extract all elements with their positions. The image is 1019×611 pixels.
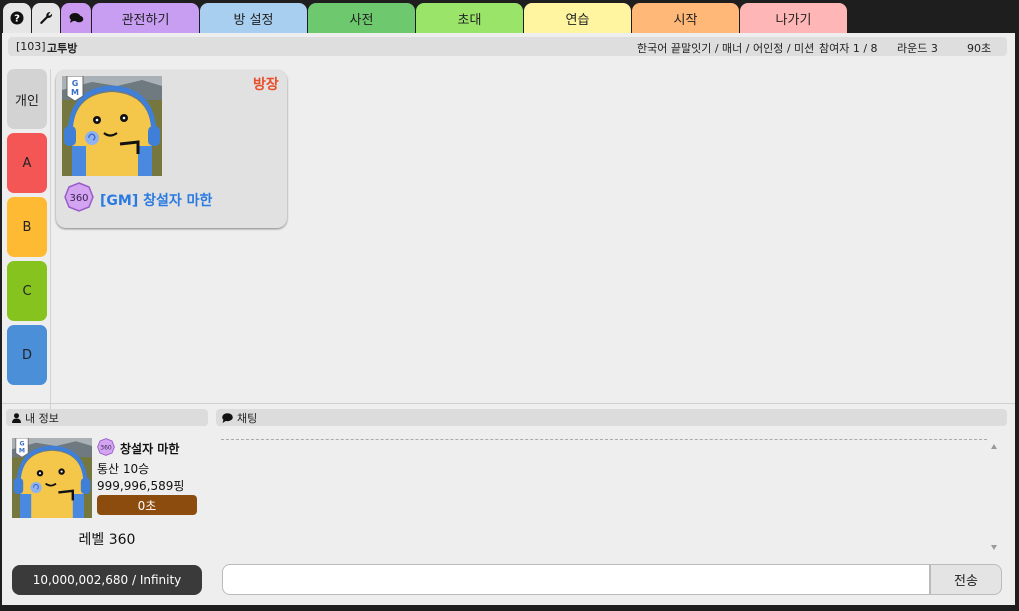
- chat-title: 채팅: [237, 411, 258, 425]
- gm-flag-icon: G M: [66, 76, 84, 102]
- host-label: 방장: [253, 77, 279, 93]
- tab-start[interactable]: 시작: [632, 3, 739, 33]
- scroll-up-arrow-icon[interactable]: [991, 444, 997, 449]
- room-name: 고투방: [47, 42, 78, 55]
- my-level-text: 레벨 360: [78, 532, 136, 548]
- my-level-badge-icon: 360: [97, 438, 115, 456]
- team-button-solo[interactable]: 개인: [7, 69, 47, 129]
- svg-text:?: ?: [14, 14, 20, 25]
- svg-text:G: G: [19, 441, 24, 448]
- svg-text:M: M: [19, 448, 25, 455]
- my-info-title: 내 정보: [25, 411, 59, 425]
- chat-header: 채팅: [216, 409, 1007, 426]
- team-button-d[interactable]: D: [7, 325, 47, 385]
- wrench-icon: [40, 12, 53, 24]
- svg-text:G: G: [72, 79, 79, 88]
- gm-flag-icon: G M: [15, 438, 29, 458]
- room-number: [103]: [16, 40, 46, 53]
- chat-scrollbar[interactable]: [988, 438, 1000, 556]
- settings-tab[interactable]: [32, 3, 60, 33]
- scroll-down-arrow-icon[interactable]: [991, 545, 997, 550]
- team-button-b[interactable]: B: [7, 197, 47, 257]
- my-level-badge: 360: [100, 444, 112, 451]
- section-divider: [2, 403, 1015, 404]
- tab-practice[interactable]: 연습: [524, 3, 631, 33]
- chat-input[interactable]: [222, 564, 930, 595]
- my-info-header: 내 정보: [6, 409, 208, 426]
- chat-bubbles-icon: [69, 13, 83, 23]
- tab-invite[interactable]: 초대: [416, 3, 523, 33]
- turn-timer: 0초: [97, 495, 197, 515]
- player-name: [GM] 창설자 마한: [100, 193, 213, 209]
- top-tab-bar: ? 관전하기 방 설정 사전 초대 연습 시작 나가기: [0, 0, 1019, 33]
- help-icon: ?: [10, 11, 24, 25]
- room-info-bar: [103] 고투방 한국어 끝말잇기 / 매너 / 어인정 / 미션 참여자 1…: [8, 37, 1007, 56]
- my-ping: 999,996,589핑: [97, 479, 185, 493]
- user-icon: [12, 412, 21, 423]
- comment-icon: [222, 412, 233, 423]
- room-mode: 한국어 끝말잇기 / 매너 / 어인정 / 미션: [637, 42, 815, 55]
- room-time-limit: 90초: [967, 42, 992, 55]
- tab-exit[interactable]: 나가기: [740, 3, 847, 33]
- team-button-a[interactable]: A: [7, 133, 47, 193]
- svg-text:M: M: [71, 88, 79, 97]
- player-card[interactable]: G M 방장 360 [GM] 창설자 마한: [56, 70, 287, 228]
- team-divider: [50, 69, 51, 417]
- room-player-count: 참여자 1 / 8: [819, 42, 878, 55]
- game-room-panel: [103] 고투방 한국어 끝말잇기 / 매너 / 어인정 / 미션 참여자 1…: [2, 33, 1015, 605]
- team-button-c[interactable]: C: [7, 261, 47, 321]
- tab-dictionary[interactable]: 사전: [308, 3, 415, 33]
- chat-log[interactable]: [221, 439, 987, 559]
- tab-spectate[interactable]: 관전하기: [92, 3, 199, 33]
- exp-bar: 10,000,002,680 / Infinity: [12, 565, 202, 595]
- level-badge-icon: 360: [64, 182, 94, 212]
- tab-room-settings[interactable]: 방 설정: [200, 3, 307, 33]
- my-name: 창설자 마한: [120, 442, 180, 456]
- help-tab[interactable]: ?: [3, 3, 31, 33]
- chat-toggle-tab[interactable]: [61, 3, 91, 33]
- send-button[interactable]: 전송: [930, 564, 1002, 595]
- room-round: 라운드 3: [897, 42, 938, 55]
- my-record: 통산 10승: [97, 462, 150, 476]
- player-level: 360: [69, 193, 88, 204]
